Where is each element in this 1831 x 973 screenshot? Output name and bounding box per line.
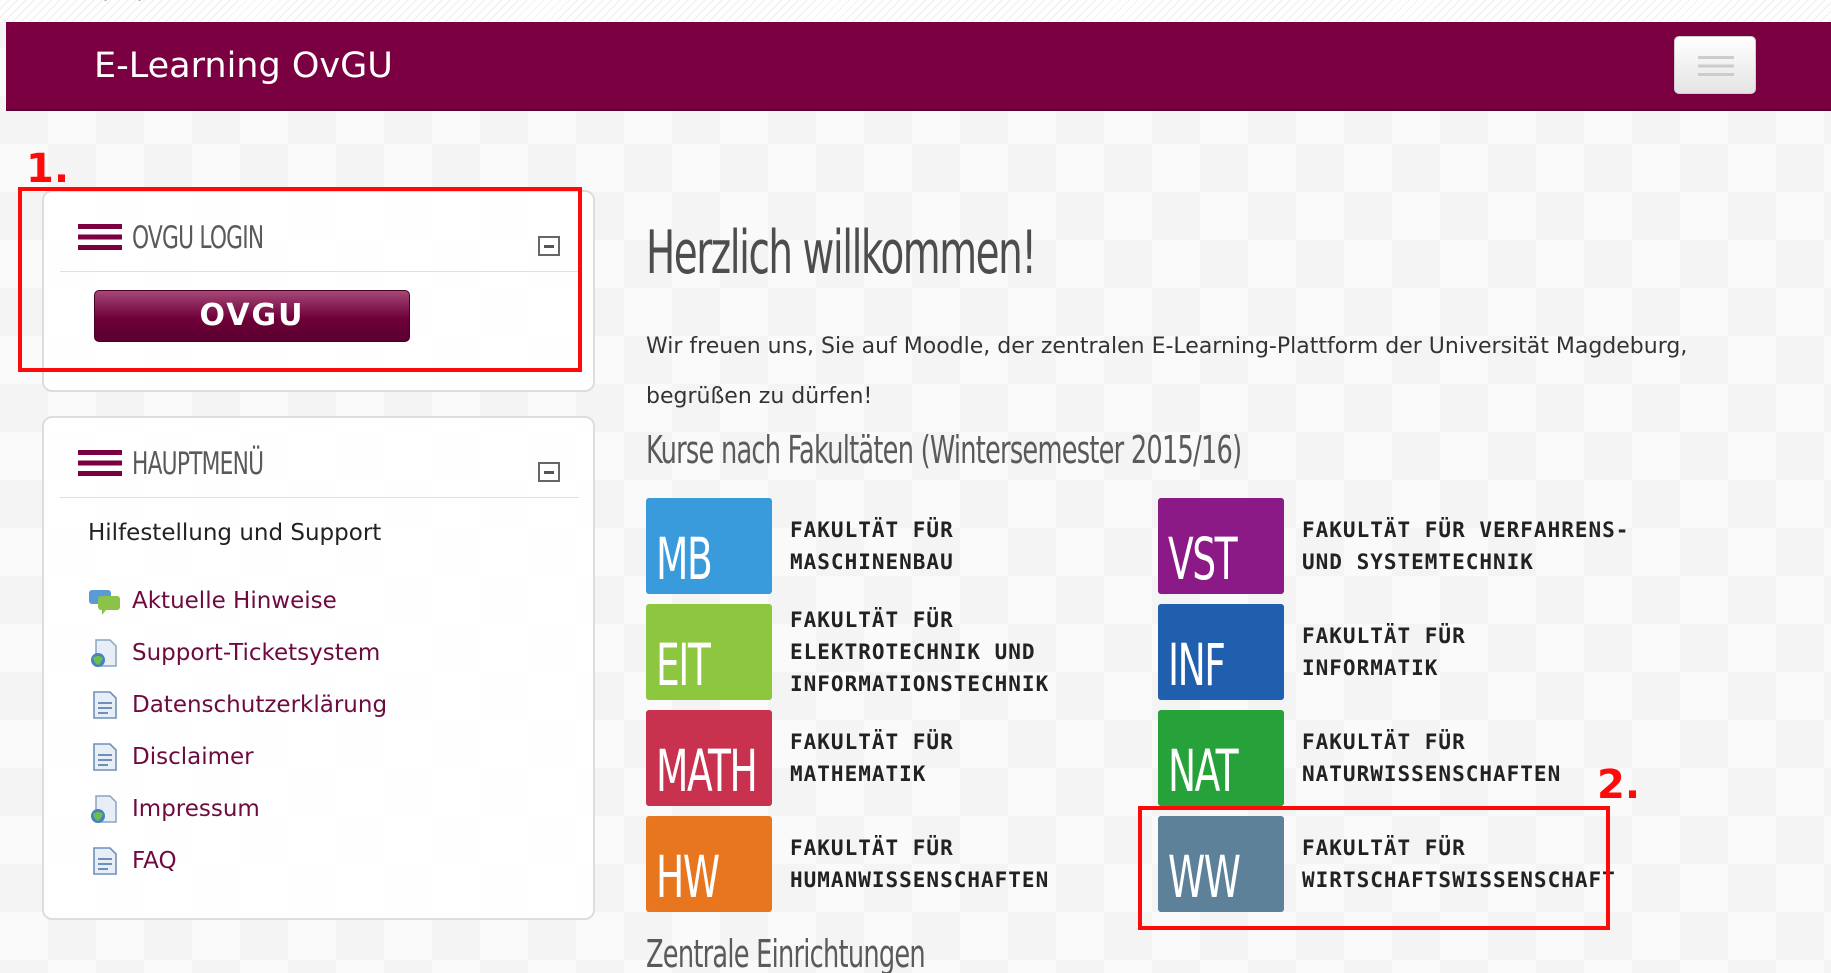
faculty-link-math[interactable]: MATH FAKULTÄT FÜR MATHEMATIK bbox=[646, 710, 954, 806]
menu-item-support-ticketsystem[interactable]: Support-Ticketsystem bbox=[88, 638, 380, 668]
faculty-logo: MATH bbox=[646, 710, 772, 806]
faculty-name: FAKULTÄT FÜR VERFAHRENS- UND SYSTEMTECHN… bbox=[1302, 518, 1630, 574]
chevron-icons: ˅ ˅ bbox=[100, 0, 153, 19]
browser-top-strip: ˅ ˅ bbox=[0, 0, 1831, 22]
intro-text: Wir freuen uns, Sie auf Moodle, der zent… bbox=[646, 334, 1688, 409]
faculty-name: FAKULTÄT FÜR MASCHINENBAU bbox=[790, 518, 954, 574]
faculty-link-mb[interactable]: MB FAKULTÄT FÜR MASCHINENBAU bbox=[646, 498, 954, 594]
faculty-logo: NAT bbox=[1158, 710, 1284, 806]
faculty-logo: EIT bbox=[646, 604, 772, 700]
annotation-label-2: 2. bbox=[1597, 762, 1641, 808]
faculty-logo: MB bbox=[646, 498, 772, 594]
site-brand-link[interactable]: E-Learning OvGU bbox=[94, 46, 393, 86]
page-icon bbox=[88, 742, 122, 772]
faculty-name: FAKULTÄT FÜR MATHEMATIK bbox=[790, 730, 954, 786]
menu-item-label: Impressum bbox=[132, 796, 260, 822]
faculty-link-vst[interactable]: VST FAKULTÄT FÜR VERFAHRENS- UND SYSTEMT… bbox=[1158, 498, 1629, 594]
menu-item-label: FAQ bbox=[132, 848, 177, 874]
faculty-logo: VST bbox=[1158, 498, 1284, 594]
faculty-name: FAKULTÄT FÜR NATURWISSENSCHAFTEN bbox=[1302, 730, 1562, 786]
page-icon bbox=[88, 690, 122, 720]
faculties-heading: Kurse nach Fakultäten (Wintersemester 20… bbox=[646, 428, 1242, 472]
menu-heading: Hilfestellung und Support bbox=[88, 520, 382, 546]
faculty-logo: HW bbox=[646, 816, 772, 912]
faculty-name: FAKULTÄT FÜR INFORMATIK bbox=[1302, 624, 1466, 680]
faculty-link-nat[interactable]: NAT FAKULTÄT FÜR NATURWISSENSCHAFTEN bbox=[1158, 710, 1561, 806]
menu-toggle-button[interactable] bbox=[1674, 36, 1756, 94]
block-header: HAUPTMENÜ bbox=[60, 418, 579, 498]
faculty-logo: INF bbox=[1158, 604, 1284, 700]
block-title: HAUPTMENÜ bbox=[132, 446, 264, 482]
faculty-link-inf[interactable]: INF FAKULTÄT FÜR INFORMATIK bbox=[1158, 604, 1466, 700]
faculty-name: FAKULTÄT FÜR ELEKTROTECHNIK UND INFORMAT… bbox=[790, 608, 1050, 696]
menu-item-faq[interactable]: FAQ bbox=[88, 846, 177, 876]
page-title: Herzlich willkommen! bbox=[646, 218, 1037, 288]
faculty-name: FAKULTÄT FÜR HUMANWISSENSCHAFTEN bbox=[790, 836, 1050, 892]
annotation-label-1: 1. bbox=[26, 146, 70, 192]
menu-item-label: Disclaimer bbox=[132, 744, 254, 770]
menu-item-aktuelle-hinweise[interactable]: Aktuelle Hinweise bbox=[88, 586, 337, 616]
forum-icon bbox=[88, 586, 122, 616]
central-facilities-heading: Zentrale Einrichtungen bbox=[646, 932, 926, 973]
block-menu-icon bbox=[78, 450, 122, 476]
menu-item-label: Support-Ticketsystem bbox=[132, 640, 381, 666]
url-icon bbox=[88, 794, 122, 824]
menu-item-datenschutzerklaerung[interactable]: Datenschutzerklärung bbox=[88, 690, 387, 720]
annotation-box-1 bbox=[18, 187, 582, 372]
menu-item-disclaimer[interactable]: Disclaimer bbox=[88, 742, 254, 772]
hamburger-icon bbox=[1698, 56, 1734, 76]
main-menu-block: HAUPTMENÜ Hilfestellung und Support Aktu… bbox=[42, 416, 595, 920]
faculty-link-hw[interactable]: HW FAKULTÄT FÜR HUMANWISSENSCHAFTEN bbox=[646, 816, 1049, 912]
faculty-link-eit[interactable]: EIT FAKULTÄT FÜR ELEKTROTECHNIK UND INFO… bbox=[646, 604, 1049, 700]
navbar: E-Learning OvGU bbox=[6, 22, 1831, 111]
menu-item-label: Datenschutzerklärung bbox=[132, 692, 388, 718]
menu-item-impressum[interactable]: Impressum bbox=[88, 794, 260, 824]
collapse-icon[interactable] bbox=[538, 462, 560, 482]
menu-item-label: Aktuelle Hinweise bbox=[132, 588, 337, 614]
url-icon bbox=[88, 638, 122, 668]
page-icon bbox=[88, 846, 122, 876]
annotation-box-2 bbox=[1138, 806, 1610, 930]
